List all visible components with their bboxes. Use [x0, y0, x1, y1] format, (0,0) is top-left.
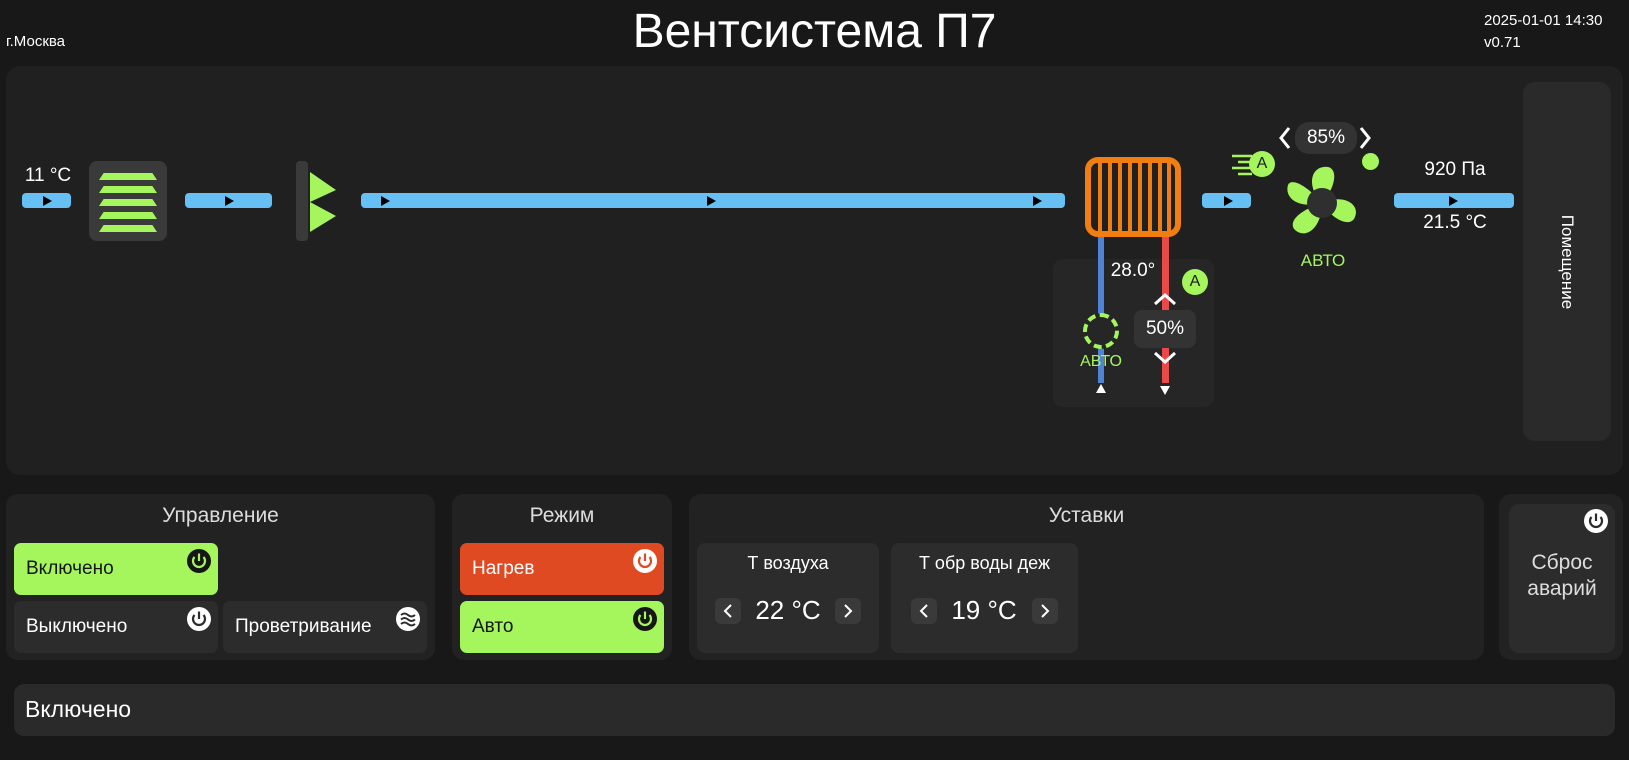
flow-arrow-icon	[1224, 196, 1233, 206]
setpoint-water-increase-button[interactable]	[1032, 598, 1058, 624]
filter-icon[interactable]	[308, 170, 338, 234]
control-vent-button[interactable]: Проветривание	[223, 601, 427, 653]
ventilation-icon	[396, 607, 420, 631]
mode-auto-label: Авто	[472, 616, 514, 637]
fan-percent: 85%	[1295, 122, 1357, 154]
flow-arrow-icon	[225, 196, 234, 206]
room-block[interactable]: Помещение	[1523, 82, 1611, 441]
filter-frame	[296, 161, 308, 241]
pump-icon[interactable]	[1083, 313, 1119, 349]
chevron-right-icon	[844, 604, 853, 618]
supply-pressure: 920 Па	[1424, 159, 1486, 180]
flow-arrow-icon	[43, 196, 52, 206]
auto-badge-icon: A	[1182, 269, 1208, 295]
flow-arrow-icon	[1033, 196, 1042, 206]
control-off-button[interactable]: Выключено	[14, 601, 218, 653]
control-on-label: Включено	[26, 558, 114, 579]
page-title: Вентсистема П7	[632, 5, 997, 58]
valve-percent: 50%	[1134, 310, 1196, 348]
setpoint-water-label: Т обр воды деж	[918, 553, 1051, 573]
fan-icon[interactable]	[1276, 157, 1368, 249]
datetime-block: 2025-01-01 14:30 v0.71	[1484, 10, 1602, 54]
power-icon	[633, 549, 657, 573]
power-icon	[187, 549, 211, 573]
power-icon	[1584, 509, 1608, 533]
status-bar: Включено	[14, 684, 1615, 736]
fan-decrease-icon[interactable]	[1278, 126, 1292, 150]
reset-line-2: аварий	[1527, 577, 1597, 600]
mode-title: Режим	[529, 504, 595, 527]
reset-line-1: Сброс	[1531, 551, 1593, 574]
chevron-right-icon	[1041, 604, 1050, 618]
fan-auto-badge-icon: A	[1249, 151, 1275, 177]
flow-arrow-icon	[1449, 196, 1458, 206]
setpoint-air-increase-button[interactable]	[835, 598, 861, 624]
control-vent-label: Проветривание	[235, 616, 372, 637]
mode-auto-button[interactable]: Авто	[460, 601, 664, 653]
supply-temp: 21.5 °C	[1423, 212, 1487, 233]
pump-mode: АВТО	[1080, 353, 1122, 370]
flow-arrow-icon	[707, 196, 716, 206]
flow-down-icon	[1160, 386, 1170, 395]
valve-up-icon[interactable]	[1152, 292, 1178, 306]
valve-down-icon[interactable]	[1152, 351, 1178, 365]
mode-heat-label: Нагрев	[472, 558, 535, 579]
setpoint-water-value: 19 °C	[951, 595, 1017, 625]
setpoints-title: Уставки	[1048, 504, 1125, 527]
heater-temp: 28.0°	[1110, 260, 1156, 281]
damper-icon[interactable]	[89, 161, 167, 241]
reset-alarms-button[interactable]: Сброс аварий	[1509, 504, 1615, 653]
setpoint-air-card: Т воздуха 22 °C	[697, 543, 879, 653]
flow-arrow-icon	[381, 196, 390, 206]
heater-icon[interactable]	[1085, 157, 1181, 237]
setpoint-water-card: Т обр воды деж 19 °C	[891, 543, 1078, 653]
datetime-text: 2025-01-01 14:30	[1484, 12, 1603, 29]
setpoint-air-decrease-button[interactable]	[715, 598, 741, 624]
fan-increase-icon[interactable]	[1358, 126, 1372, 150]
scheme-panel	[6, 66, 1623, 475]
status-text: Включено	[25, 696, 132, 722]
power-icon	[633, 607, 657, 631]
mode-heat-button[interactable]: Нагрев	[460, 543, 664, 595]
chevron-left-icon	[919, 604, 928, 618]
control-on-button[interactable]: Включено	[14, 543, 218, 595]
chevron-left-icon	[723, 604, 732, 618]
fan-mode: АВТО	[1300, 251, 1346, 270]
setpoint-water-decrease-button[interactable]	[911, 598, 937, 624]
control-title: Управление	[162, 504, 279, 527]
flow-up-icon	[1096, 384, 1106, 393]
setpoint-air-value: 22 °C	[755, 595, 821, 625]
room-label: Помещение	[1558, 214, 1577, 309]
outdoor-temp: 11 °C	[24, 165, 72, 186]
control-off-label: Выключено	[26, 616, 128, 637]
power-icon	[187, 607, 211, 631]
version-text: v0.71	[1484, 34, 1521, 51]
setpoint-air-label: Т воздуха	[747, 553, 829, 573]
